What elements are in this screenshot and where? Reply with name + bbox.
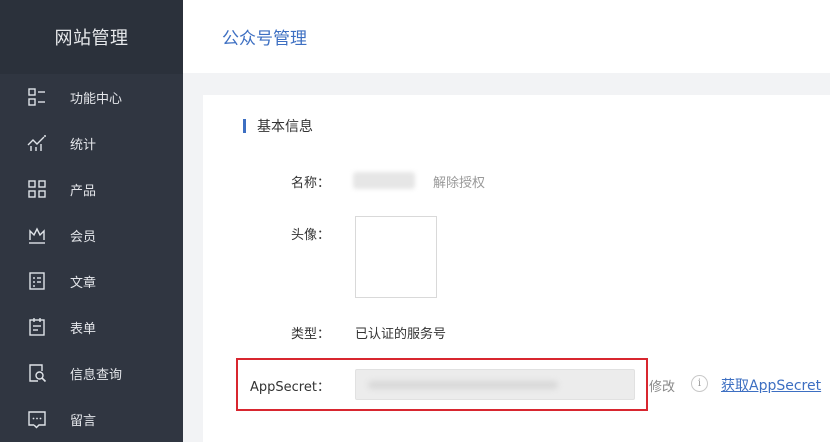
sidebar-item-label: 文章: [70, 275, 97, 291]
header: 公众号管理: [183, 0, 830, 73]
avatar: [355, 216, 437, 298]
info-icon[interactable]: i: [691, 375, 708, 392]
sidebar-item-label: 会员: [70, 229, 97, 245]
get-appsecret-link[interactable]: 获取AppSecret: [721, 375, 821, 395]
section-accent-bar: [243, 119, 246, 133]
function-center-icon: [28, 88, 45, 106]
sidebar-item-label: 留言: [70, 413, 97, 429]
appsecret-label: AppSecret：: [250, 380, 330, 395]
sidebar-item-statistics[interactable]: 统计: [0, 120, 183, 166]
grid-icon: [28, 180, 46, 198]
form-clipboard-icon: [29, 318, 45, 336]
sidebar-item-products[interactable]: 产品: [0, 166, 183, 212]
sidebar-item-label: 产品: [70, 183, 97, 199]
sidebar-item-members[interactable]: 会员: [0, 212, 183, 258]
appsecret-field[interactable]: [355, 369, 635, 400]
sidebar-item-function-center[interactable]: 功能中心: [0, 74, 183, 120]
avatar-label: 头像：: [291, 228, 331, 243]
name-label: 名称：: [291, 176, 331, 191]
type-value: 已认证的服务号: [355, 327, 447, 342]
section-header: 基本信息: [243, 116, 313, 136]
sidebar-item-info-query[interactable]: 信息查询: [0, 350, 183, 396]
page-title: 公众号管理: [222, 29, 307, 49]
sidebar-item-label: 统计: [70, 137, 97, 153]
crown-icon: [29, 227, 45, 244]
article-icon: [29, 272, 45, 290]
sidebar-title: 网站管理: [0, 0, 183, 74]
sidebar-item-label: 功能中心: [70, 91, 123, 107]
sidebar-item-messages[interactable]: 留言: [0, 396, 183, 442]
appsecret-value-redacted: [368, 381, 558, 389]
revoke-authorization-link[interactable]: 解除授权: [433, 172, 485, 191]
sidebar: 网站管理 功能中心 统计 产品 会员 文章 表单 信息查询 留言: [0, 0, 183, 442]
statistics-chart-icon: [27, 135, 46, 151]
search-document-icon: [29, 364, 47, 383]
section-title: 基本信息: [257, 119, 313, 135]
type-label: 类型：: [291, 327, 331, 342]
modify-link[interactable]: 修改: [649, 376, 675, 395]
sidebar-item-label: 信息查询: [70, 367, 123, 383]
name-value-redacted: [353, 172, 415, 189]
sidebar-item-forms[interactable]: 表单: [0, 304, 183, 350]
sidebar-item-label: 表单: [70, 321, 97, 337]
sidebar-item-articles[interactable]: 文章: [0, 258, 183, 304]
basic-info-panel: 基本信息 名称： 解除授权 头像： 类型： 已认证的服务号 AppSecret：…: [203, 95, 830, 442]
message-icon: [28, 411, 46, 429]
